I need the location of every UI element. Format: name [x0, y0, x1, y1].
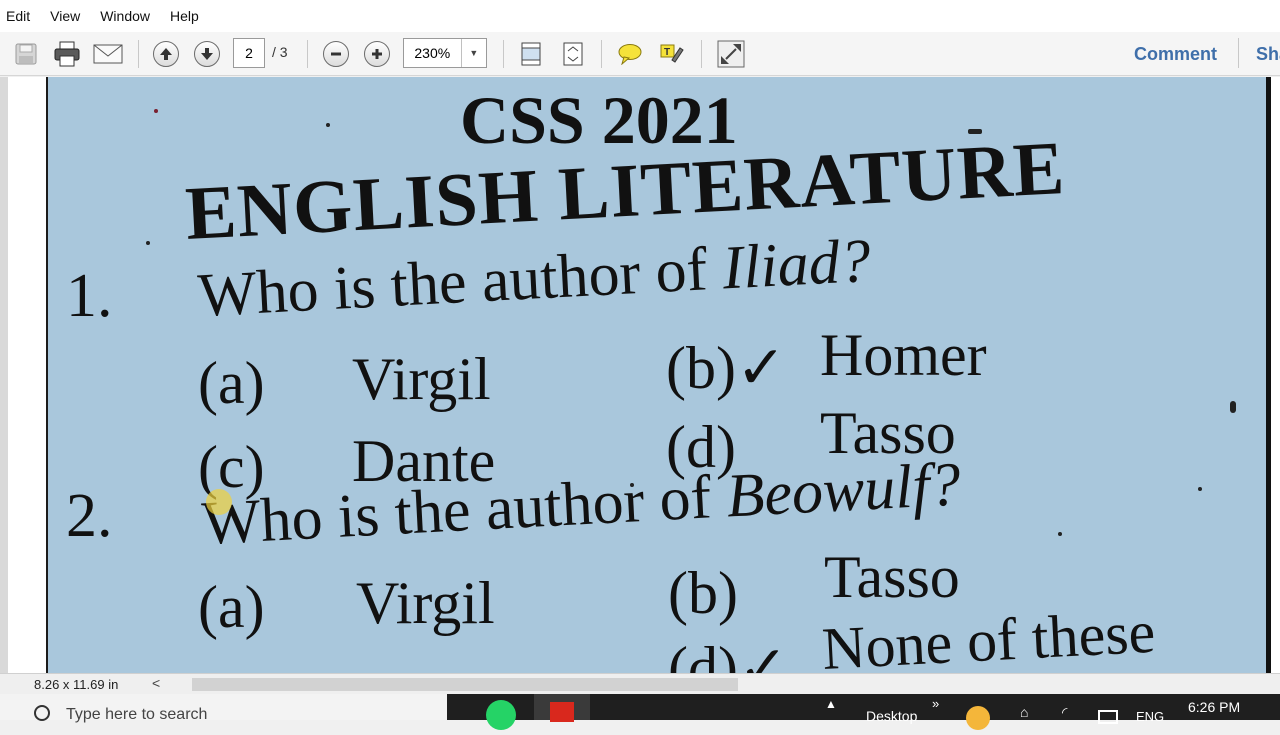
toolbar-separator [1238, 38, 1239, 68]
q2-option-d-label: (d)✓ [668, 635, 789, 673]
chevron-down-icon[interactable]: ▼ [460, 39, 486, 67]
scan-speck [1198, 487, 1202, 491]
sticky-note-button[interactable] [616, 39, 644, 69]
taskbar-app-acrobat[interactable] [534, 694, 590, 722]
cursor-highlight [206, 489, 232, 515]
zoom-value: 230% [414, 45, 451, 61]
question-2-work: Beowulf? [724, 450, 963, 531]
q2-option-a: Virgil [356, 570, 495, 636]
next-page-button[interactable] [193, 39, 221, 69]
language-indicator[interactable]: ENG [1136, 709, 1164, 735]
show-hidden-icons-chevron-up-icon[interactable]: ▲ [822, 694, 840, 720]
plus-icon [364, 41, 390, 67]
toolbar-separator [601, 40, 602, 68]
windows-taskbar: Type here to search ▲ Desktop » ⌂ ◜ ENG … [0, 694, 1280, 730]
scan-speck [326, 123, 330, 127]
save-icon [15, 43, 37, 65]
scan-speck [154, 109, 158, 113]
menu-bar: Edit View Window Help [0, 0, 1280, 32]
comment-button[interactable]: Comment [1134, 44, 1217, 65]
chevron-right-icon[interactable]: » [932, 696, 939, 722]
q2-option-b: Tasso [824, 544, 960, 610]
toolbar-separator [138, 40, 139, 68]
search-icon [34, 705, 50, 721]
save-button[interactable] [12, 39, 40, 69]
search-placeholder: Type here to search [66, 706, 208, 723]
q1-option-b: Homer [820, 322, 987, 388]
highlight-text-icon: T [660, 44, 684, 63]
acrobat-icon [550, 702, 574, 722]
svg-text:T: T [664, 47, 670, 58]
q2-option-a-label: (a) [198, 574, 265, 640]
arrow-down-icon [194, 41, 220, 67]
share-button[interactable]: Sha [1256, 44, 1280, 65]
scan-speck [146, 241, 150, 245]
arrow-up-icon [153, 41, 179, 67]
previous-page-button[interactable] [152, 39, 180, 69]
weather-icon[interactable] [966, 706, 990, 730]
page-total: / 3 [272, 44, 288, 60]
email-button[interactable] [92, 39, 124, 69]
question-2-prompt: Who is the author of [200, 462, 729, 559]
network-chevron-icon[interactable]: ⌂ [1020, 704, 1028, 730]
horizontal-scrollbar-thumb[interactable] [192, 678, 738, 691]
fit-page-icon [563, 42, 583, 66]
menu-window[interactable]: Window [100, 8, 150, 24]
menu-edit[interactable]: Edit [6, 8, 30, 24]
highlight-text-button[interactable]: T [658, 39, 686, 69]
question-1-work: Iliad? [720, 226, 873, 303]
q1-option-b-label: (b)✓ [666, 335, 787, 401]
fullscreen-button[interactable] [716, 39, 746, 69]
minus-icon [323, 41, 349, 67]
fit-width-button[interactable] [518, 39, 544, 69]
taskbar-search-box[interactable]: Type here to search [0, 694, 447, 723]
status-bar: 8.26 x 11.69 in < [0, 673, 1280, 694]
question-2-number: 2. [66, 482, 113, 550]
fullscreen-icon [717, 40, 745, 68]
whatsapp-icon[interactable] [486, 700, 516, 730]
print-button[interactable] [52, 39, 82, 69]
clock-time[interactable]: 6:26 PM [1188, 699, 1240, 725]
page-size-label: 8.26 x 11.69 in [34, 677, 119, 692]
scroll-left-button[interactable]: < [152, 675, 160, 691]
question-1-number: 1. [66, 262, 113, 330]
email-icon [93, 44, 123, 64]
battery-icon[interactable] [1098, 710, 1118, 724]
sticky-note-icon [618, 44, 642, 65]
q1-option-a: Virgil [352, 346, 491, 412]
zoom-in-button[interactable] [363, 39, 391, 69]
desktop-toolbar-label[interactable]: Desktop [866, 708, 917, 734]
pdf-page: CSS 2021 ENGLISH LITERATURE 1. Who is th… [48, 77, 1266, 673]
page-right-edge [1266, 77, 1280, 673]
print-icon [54, 41, 80, 67]
fit-width-icon [521, 42, 541, 66]
menu-help[interactable]: Help [170, 8, 199, 24]
wifi-icon[interactable]: ◜ [1062, 704, 1067, 730]
toolbar-separator [503, 40, 504, 68]
zoom-select[interactable]: 230% ▼ [403, 38, 487, 68]
toolbar-separator [701, 40, 702, 68]
scan-speck [1058, 532, 1062, 536]
scan-speck [1230, 401, 1236, 413]
q1-option-a-label: (a) [198, 350, 265, 416]
menu-view[interactable]: View [50, 8, 80, 24]
zoom-out-button[interactable] [322, 39, 350, 69]
page-number-input[interactable]: 2 [233, 38, 265, 68]
q2-option-b-label: (b) [668, 560, 738, 626]
document-viewport[interactable]: CSS 2021 ENGLISH LITERATURE 1. Who is th… [0, 77, 1280, 673]
fit-page-button[interactable] [560, 39, 586, 69]
toolbar-separator [307, 40, 308, 68]
page-left-margin [8, 77, 48, 673]
